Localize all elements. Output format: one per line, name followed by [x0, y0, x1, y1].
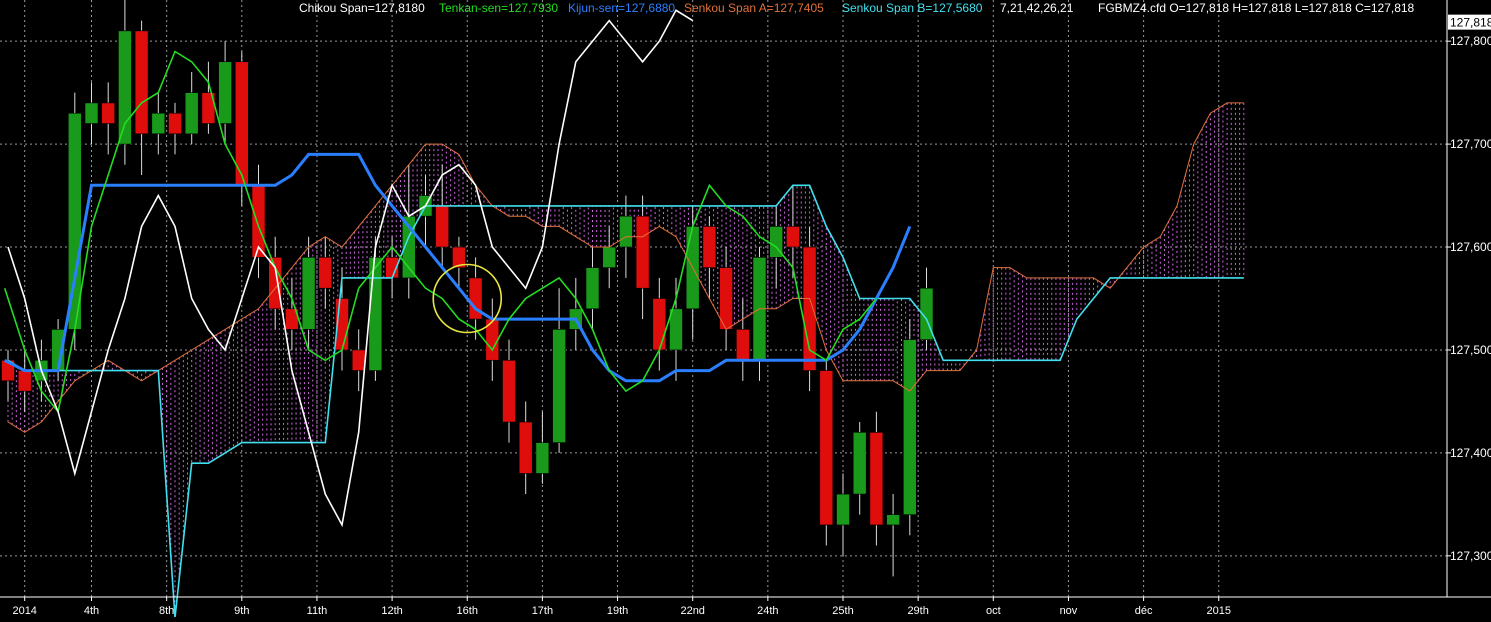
date-label: 9th — [234, 605, 249, 617]
candle — [802, 226, 817, 392]
ichimoku-chart: 127,800 127,700 127,600 127,500 127,400 127,3… — [0, 0, 1491, 618]
chart-window: 127,800 127,700 127,600 127,500 127,400 127,3… — [0, 0, 1491, 618]
candle-body-bear — [869, 432, 884, 526]
candle — [902, 319, 917, 536]
price-tick-label: 127,400 — [1450, 446, 1491, 460]
candle-body-bear — [318, 257, 333, 289]
candle-body-bear — [101, 102, 115, 124]
candle-body-bear — [351, 349, 366, 371]
candle-body-bull — [118, 30, 132, 145]
legend-symbol: FGBMZ4.cfd O=127,818 H=127,818 L=127,818… — [1098, 1, 1415, 15]
candle-body-bear — [134, 30, 149, 135]
legend-tenkan: Tenkan-sen=127,7930 — [439, 1, 558, 15]
candle-body-bull — [836, 493, 850, 526]
date-label: 19th — [607, 605, 628, 617]
date-label: 29th — [907, 605, 928, 617]
date-label: 4th — [84, 605, 99, 617]
date-label: 17th — [532, 605, 553, 617]
candle-body-bull — [301, 257, 316, 330]
candle-body-bear — [502, 359, 516, 423]
last-price-label: 127,818 — [1450, 16, 1491, 30]
candle-body-bull — [84, 102, 99, 124]
date-label: 12th — [381, 605, 402, 617]
date-label: 24th — [757, 605, 778, 617]
date-label: 2014 — [12, 605, 36, 617]
candle-body-bear — [635, 215, 650, 289]
candle-body-bull — [619, 215, 633, 248]
price-tick-label: 127,500 — [1450, 343, 1491, 357]
legend-params: 7,21,42,26,21 — [1000, 1, 1074, 15]
legend-chikou: Chikou Span=127,8180 — [299, 1, 425, 15]
candle-body-bear — [702, 226, 717, 268]
price-tick-label: 127,800 — [1450, 34, 1491, 48]
price-tick-label: 127,700 — [1450, 137, 1491, 151]
candle-body-bull — [218, 61, 232, 124]
candle-body-bull — [602, 246, 617, 268]
price-tick-label: 127,600 — [1450, 240, 1491, 254]
date-label: 16th — [457, 605, 478, 617]
legend-senkou-b: Senkou Span B=127,5680 — [842, 1, 983, 15]
candle-body-bull — [184, 92, 199, 135]
date-label: 2015 — [1207, 605, 1231, 617]
candle-body-bull — [902, 339, 917, 515]
header-legend: Chikou Span=127,8180 Tenkan-sen=127,7930… — [299, 1, 1415, 15]
candle-body-bear — [168, 112, 182, 135]
date-label: 25th — [832, 605, 853, 617]
date-label: oct — [986, 605, 1001, 617]
date-label: 8th — [159, 605, 174, 617]
candle-body-bull — [852, 432, 867, 495]
price-tick-label: 127,300 — [1450, 549, 1491, 563]
candle — [235, 51, 249, 206]
candle-body-bear — [518, 421, 533, 474]
candle-body-bull — [585, 267, 600, 310]
date-label: déc — [1135, 605, 1153, 617]
candle-body-bull — [535, 442, 550, 474]
candle-body-bull — [552, 329, 566, 443]
candle-body-bear — [786, 226, 800, 248]
candle-body-bear — [735, 329, 750, 361]
candle — [368, 236, 383, 381]
candle-body-bull — [151, 112, 166, 135]
candle-body-bull — [886, 514, 900, 526]
date-label: nov — [1060, 605, 1078, 617]
candle-body-bear — [435, 205, 450, 248]
date-label: 11th — [307, 605, 328, 617]
candle-body-bear — [17, 370, 32, 392]
candle-body-bear — [652, 298, 667, 351]
legend-senkou-a: Senkou Span A=127,7405 — [684, 1, 824, 15]
legend-kijun: Kijun-sen=127,6880 — [568, 1, 675, 15]
candle — [819, 360, 834, 546]
date-label: 22nd — [680, 605, 704, 617]
candle-body-bear — [819, 370, 834, 526]
